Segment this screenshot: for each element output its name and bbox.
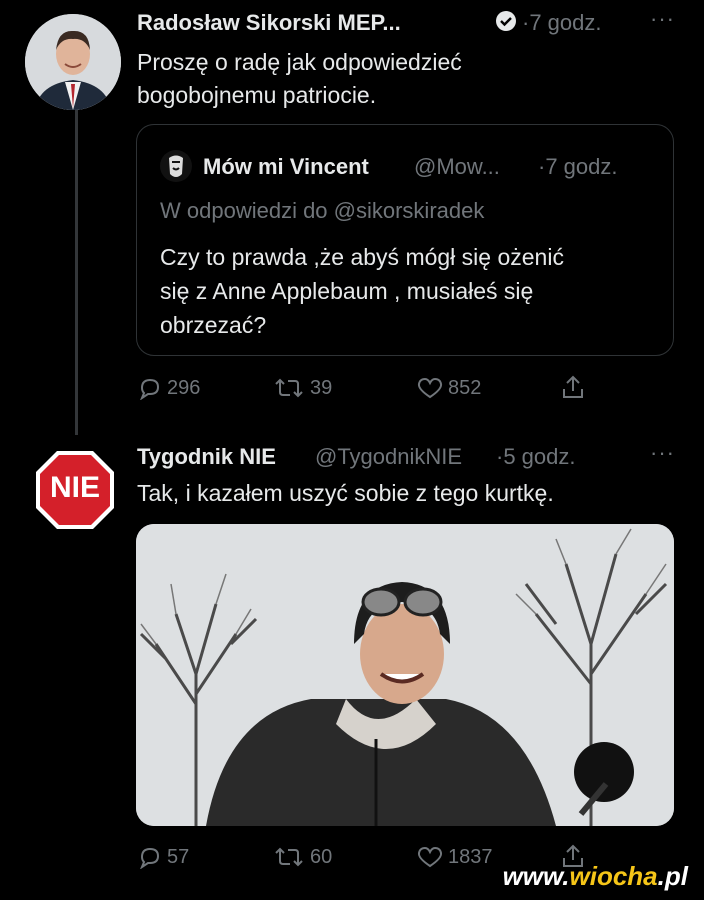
quoted-author-handle[interactable]: @Mow... [414, 154, 500, 180]
like-count: 1837 [448, 845, 493, 868]
avatar-tygodnik-nie[interactable]: NIE [30, 445, 120, 535]
like-button[interactable]: 1837 [416, 845, 493, 869]
like-count: 852 [448, 376, 482, 399]
heart-icon [417, 846, 443, 868]
reply-icon [140, 378, 160, 400]
tweet-author-handle[interactable]: @TygodnikNIE [315, 444, 462, 470]
reply-count: 296 [167, 376, 201, 399]
reply-icon [140, 847, 160, 869]
thread-connector-line [75, 100, 78, 435]
more-options-button[interactable]: ··· [650, 440, 675, 466]
retweet-icon [275, 847, 303, 867]
watermark: www.wiocha.pl [502, 861, 688, 891]
retweet-count: 39 [310, 376, 333, 399]
avatar-logo-text: NIE [49, 471, 100, 504]
retweet-icon [275, 378, 303, 398]
quoted-author-avatar-icon [160, 150, 192, 187]
tweet-text: Proszę o radę jak odpowiedzieć bogobojne… [137, 49, 462, 108]
retweet-button[interactable]: 60 [272, 845, 332, 869]
avatar-sikorski[interactable] [25, 14, 121, 110]
quoted-author-name[interactable]: Mów mi Vincent [203, 154, 369, 180]
quoted-text: Czy to prawda ,że abyś mógł się ożenić s… [160, 244, 564, 338]
tweet-author-name[interactable]: Radosław Sikorski MEP... [137, 10, 401, 36]
reply-button[interactable]: 57 [137, 845, 189, 869]
retweet-button[interactable]: 39 [272, 376, 332, 400]
reply-button[interactable]: 296 [137, 376, 200, 400]
quoted-time: ·7 godz. [538, 154, 618, 179]
tweet-author-name[interactable]: Tygodnik NIE [137, 444, 276, 470]
profile-photo-icon [25, 14, 121, 110]
tweet-time: ·7 godz. [522, 10, 602, 35]
share-button[interactable] [560, 373, 586, 401]
retweet-count: 60 [310, 845, 333, 868]
share-icon [563, 375, 583, 398]
tweet-text: Tak, i kazałem uszyć sobie z tego kurtkę… [137, 480, 554, 506]
tweet-media-photo[interactable] [136, 524, 674, 826]
heart-icon [417, 377, 443, 399]
like-button[interactable]: 852 [416, 376, 481, 400]
more-options-button[interactable]: ··· [650, 6, 675, 32]
reply-context: W odpowiedzi do @sikorskiradek [160, 198, 485, 223]
tweet-time: ·5 godz. [496, 444, 576, 469]
reply-count: 57 [167, 845, 190, 868]
photo-biker-icon [136, 524, 674, 826]
verified-badge-icon [495, 10, 517, 37]
